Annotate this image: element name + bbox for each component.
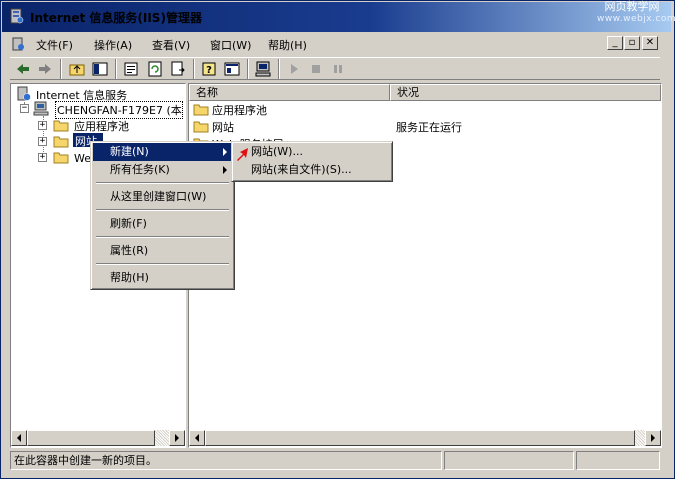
- toolbar-separator: [193, 59, 195, 79]
- menu-action[interactable]: 操作(A): [94, 37, 132, 53]
- context-menu-all-tasks[interactable]: 所有任务(K): [93, 161, 232, 179]
- scroll-left-button[interactable]: [189, 430, 205, 446]
- console-window-icon[interactable]: [223, 60, 241, 78]
- forward-arrow-icon[interactable]: [36, 60, 54, 78]
- context-menu-new-label: 新建(N): [110, 145, 149, 158]
- folder-icon: [53, 136, 69, 148]
- context-menu-new[interactable]: 新建(N): [93, 143, 232, 161]
- column-header-status[interactable]: 状况: [390, 84, 661, 101]
- expand-icon[interactable]: +: [38, 137, 47, 146]
- status-text: 在此容器中创建一新的项目。: [10, 451, 442, 470]
- column-header-name[interactable]: 名称: [189, 84, 390, 101]
- status-panel: [444, 451, 574, 470]
- show-hide-tree-icon[interactable]: [91, 60, 109, 78]
- list-row-status: 服务正在运行: [396, 121, 462, 134]
- right-arrow-icon: [651, 434, 655, 442]
- menu-file[interactable]: 文件(F): [36, 37, 73, 53]
- context-menu-refresh[interactable]: 刷新(F): [93, 215, 232, 233]
- expand-icon[interactable]: +: [38, 121, 47, 130]
- computer-icon[interactable]: [254, 60, 272, 78]
- right-arrow-icon: [175, 434, 179, 442]
- svg-text:?: ?: [206, 65, 212, 76]
- mdi-minimize-button[interactable]: _: [607, 36, 623, 50]
- toolbar-separator: [278, 59, 280, 79]
- scroll-right-button[interactable]: [169, 430, 185, 446]
- submenu-arrow-icon: [223, 148, 227, 156]
- console-icon[interactable]: [10, 36, 26, 52]
- context-menu-new-window[interactable]: 从这里创建窗口(W): [93, 188, 232, 206]
- menu-separator: [96, 236, 229, 238]
- status-panel: [576, 451, 660, 470]
- submenu-arrow-icon: [223, 166, 227, 174]
- watermark-url: www.webjx.com: [597, 14, 675, 24]
- context-menu-properties[interactable]: 属性(R): [93, 242, 232, 260]
- expand-icon[interactable]: +: [38, 153, 47, 162]
- submenu-new-website-from-file[interactable]: 网站(来自文件)(S)...: [234, 161, 390, 179]
- iis-app-icon: [10, 8, 24, 24]
- tree-node-app-pools[interactable]: 应用程序池: [74, 118, 129, 134]
- mdi-restore-button[interactable]: ▫: [624, 36, 640, 50]
- properties-icon[interactable]: [122, 60, 140, 78]
- folder-icon: [193, 121, 209, 133]
- left-arrow-icon: [195, 434, 199, 442]
- menu-window[interactable]: 窗口(W): [210, 37, 251, 53]
- pause-icon[interactable]: [329, 60, 347, 78]
- toolbar-separator: [247, 59, 249, 79]
- help-icon[interactable]: ?: [200, 60, 218, 78]
- export-list-icon[interactable]: [169, 60, 187, 78]
- menu-help[interactable]: 帮助(H): [268, 37, 307, 53]
- window-title: Internet 信息服务(IIS)管理器: [30, 11, 202, 25]
- refresh-icon[interactable]: [146, 60, 164, 78]
- context-menu-all-tasks-label: 所有任务(K): [110, 163, 170, 176]
- folder-icon: [53, 120, 69, 132]
- tree-node-server[interactable]: CHENGFAN-F179E7 (本地计算机): [55, 101, 183, 119]
- menu-separator: [96, 263, 229, 265]
- folder-icon: [53, 152, 69, 164]
- site-watermark: 网页教学网 www.webjx.com: [597, 0, 675, 25]
- scroll-thumb[interactable]: [27, 430, 155, 446]
- iis-root-icon: [17, 86, 31, 101]
- stop-icon[interactable]: [307, 60, 325, 78]
- watermark-title: 网页教学网: [604, 0, 660, 13]
- submenu-new-website[interactable]: 网站(W)...: [234, 143, 390, 161]
- left-arrow-icon: [17, 434, 21, 442]
- scroll-thumb[interactable]: [205, 430, 635, 446]
- menu-view[interactable]: 查看(V): [152, 37, 190, 53]
- folder-icon: [193, 104, 209, 116]
- collapse-icon[interactable]: −: [20, 104, 29, 113]
- scroll-right-button[interactable]: [645, 430, 661, 446]
- red-pointer-arrow-icon: [237, 148, 248, 161]
- scroll-left-button[interactable]: [11, 430, 27, 446]
- mdi-close-button[interactable]: ✕: [642, 36, 658, 50]
- list-row-name[interactable]: 网站: [212, 119, 234, 135]
- menu-separator: [96, 209, 229, 211]
- list-row-name[interactable]: 应用程序池: [212, 102, 267, 118]
- server-computer-icon: [33, 101, 49, 116]
- context-menu-help[interactable]: 帮助(H): [93, 269, 232, 287]
- menu-separator: [96, 182, 229, 184]
- toolbar-separator: [115, 59, 117, 79]
- tree-node-web-extensions[interactable]: Web 服务扩展: [74, 150, 90, 166]
- back-arrow-icon[interactable]: [14, 60, 32, 78]
- up-folder-icon[interactable]: [68, 60, 86, 78]
- start-icon[interactable]: [285, 60, 303, 78]
- toolbar-separator: [60, 59, 62, 79]
